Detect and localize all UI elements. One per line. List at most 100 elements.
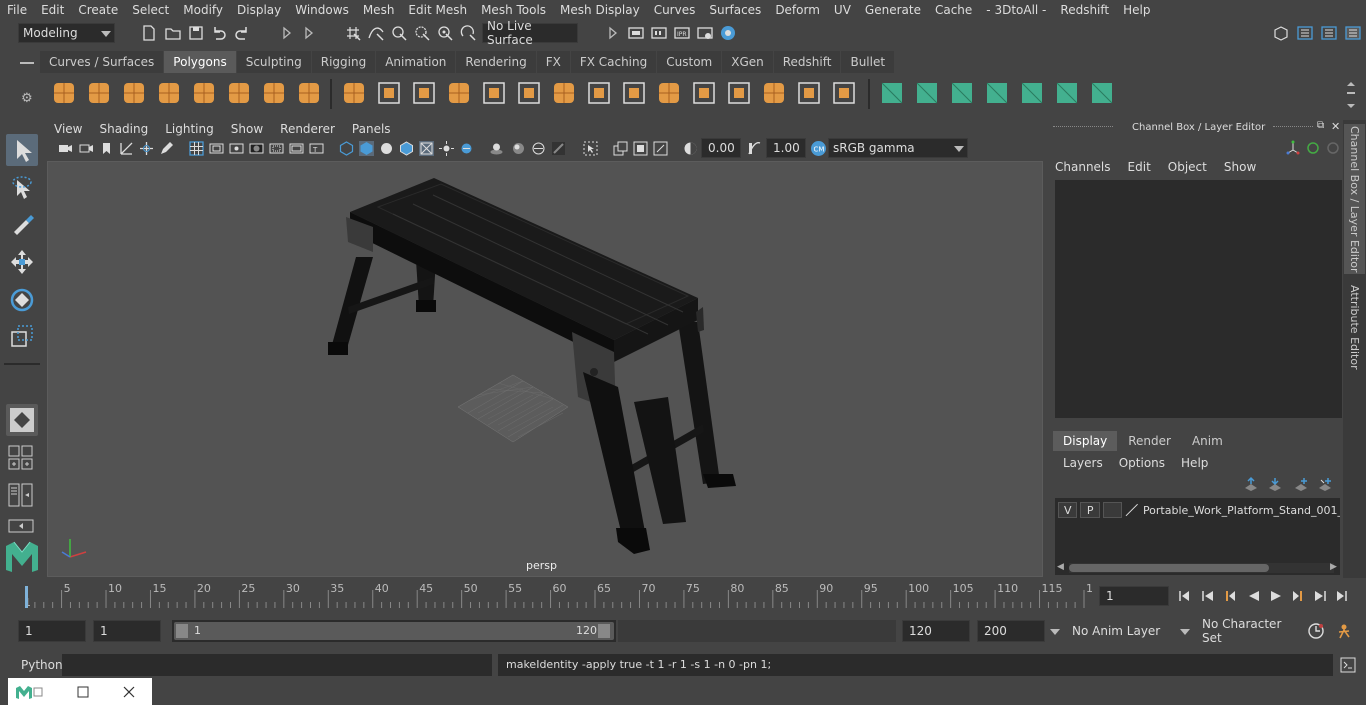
uv-symmetry-icon[interactable] [1088, 79, 1116, 107]
frame-all-icon[interactable] [653, 141, 668, 156]
scroll-right-icon[interactable]: ▶ [1330, 562, 1337, 572]
boolean-icon[interactable] [480, 79, 508, 107]
viewport-menu-panels[interactable]: Panels [343, 122, 399, 136]
uv-spherical-icon[interactable] [913, 79, 941, 107]
select-camera-icon[interactable] [58, 141, 73, 156]
character-set-select[interactable]: No Character Set [1196, 617, 1300, 645]
multi-cut-icon[interactable] [550, 79, 578, 107]
channel-menu-object[interactable]: Object [1168, 160, 1207, 174]
render-settings-icon[interactable] [696, 24, 714, 42]
shelf-tab-xgen[interactable]: XGen [722, 51, 773, 73]
wireframe-icon[interactable] [339, 141, 354, 156]
step-back-key-icon[interactable] [1202, 591, 1213, 601]
time-slider[interactable]: 1510152025303540455055606570758085909510… [18, 582, 1092, 610]
shelf-scroll-icon[interactable] [1345, 80, 1357, 110]
shelf-tab-animation[interactable]: Animation [376, 51, 456, 73]
layer-visibility-toggle[interactable]: V [1058, 502, 1078, 518]
script-language-label[interactable]: Python [21, 658, 63, 672]
current-frame-field[interactable]: 1 [1099, 586, 1169, 606]
animation-preferences-icon[interactable] [1336, 622, 1354, 640]
shelf-tab-curves-surfaces[interactable]: Curves / Surfaces [40, 51, 164, 73]
menu-deform[interactable]: Deform [768, 3, 827, 17]
layer-scrollbar-thumb[interactable] [1069, 564, 1269, 572]
channel-list[interactable] [1055, 180, 1342, 418]
poly-cone-icon[interactable] [155, 79, 183, 107]
uv-editor-icon[interactable] [983, 79, 1011, 107]
layer-tab-anim[interactable]: Anim [1181, 431, 1233, 451]
menu-uv[interactable]: UV [827, 3, 858, 17]
go-to-end-icon[interactable] [1337, 591, 1347, 601]
shelf-tab-custom[interactable]: Custom [657, 51, 722, 73]
2d-pan-zoom-icon[interactable] [139, 141, 154, 156]
ipr-render-icon[interactable]: IPR [673, 24, 691, 42]
uv-unfold-icon[interactable] [1018, 79, 1046, 107]
poly-cylinder-icon[interactable] [120, 79, 148, 107]
playback-start-field[interactable]: 1 [93, 620, 161, 642]
tool-settings-toggle-icon[interactable] [1320, 24, 1338, 42]
layout-single-icon[interactable] [8, 516, 36, 536]
poly-torus-icon[interactable] [225, 79, 253, 107]
viewport-menu-renderer[interactable]: Renderer [271, 122, 343, 136]
close-icon[interactable]: ✕ [1331, 120, 1340, 133]
layer-playback-toggle[interactable]: P [1080, 502, 1100, 518]
open-scene-icon[interactable] [164, 24, 182, 42]
scroll-left-icon[interactable]: ◀ [1057, 562, 1064, 572]
isolate-select-icon[interactable] [583, 141, 598, 156]
menu-cache[interactable]: Cache [928, 3, 979, 17]
bevel-icon[interactable] [655, 79, 683, 107]
channel-menu-channels[interactable]: Channels [1055, 160, 1111, 174]
viewport-menu-shading[interactable]: Shading [90, 122, 156, 136]
paint-select-tool-button[interactable] [6, 208, 38, 240]
new-layer-icon[interactable] [1293, 476, 1309, 492]
shelf-gear-icon[interactable]: ⚙ [21, 92, 35, 106]
snap-point-icon[interactable] [390, 24, 408, 42]
ambient-occlusion-icon[interactable] [511, 141, 526, 156]
undo-icon[interactable] [210, 24, 228, 42]
render-sequence-icon[interactable] [650, 24, 668, 42]
bookmark-icon[interactable] [99, 141, 114, 156]
shelf-tab-rigging[interactable]: Rigging [311, 51, 376, 73]
scale-tool-button[interactable] [6, 320, 38, 352]
motion-blur-icon[interactable] [531, 141, 546, 156]
current-time-indicator[interactable] [25, 586, 28, 608]
select-object-icon[interactable] [300, 24, 318, 42]
float-panel-icon[interactable]: ⧉ [1317, 120, 1324, 131]
menu-mesh[interactable]: Mesh [356, 3, 402, 17]
uv-cylindrical-icon[interactable] [878, 79, 906, 107]
anti-aliasing-icon[interactable] [551, 141, 566, 156]
play-backward-icon[interactable] [1249, 591, 1259, 601]
xray-joints-icon[interactable] [613, 141, 628, 156]
hypershade-icon[interactable] [719, 24, 737, 42]
play-forward-icon[interactable] [1271, 591, 1281, 601]
menu-edit[interactable]: Edit [34, 3, 71, 17]
vtab-channel-box[interactable]: Channel Box / Layer Editor [1344, 124, 1365, 274]
menu-surfaces[interactable]: Surfaces [702, 3, 768, 17]
manipulator-icon[interactable] [1285, 140, 1301, 156]
mode-select[interactable]: Modeling [18, 23, 115, 43]
xray-icon[interactable] [419, 141, 434, 156]
film-gate-icon[interactable] [209, 141, 224, 156]
menu-display[interactable]: Display [230, 3, 288, 17]
time-ruler[interactable]: 1510152025303540455055606570758085909510… [18, 582, 1092, 610]
shelf-tab-redshift[interactable]: Redshift [773, 51, 841, 73]
grease-pencil-icon[interactable] [159, 141, 174, 156]
target-weld-icon[interactable] [725, 79, 753, 107]
step-forward-key-icon[interactable] [1315, 591, 1326, 601]
menu-edit-mesh[interactable]: Edit Mesh [401, 3, 474, 17]
move-layer-up-icon[interactable] [1243, 476, 1259, 492]
uv-planar-icon[interactable] [830, 79, 858, 107]
drag-handle[interactable] [1053, 126, 1113, 128]
smooth-shade-icon[interactable] [359, 141, 374, 156]
grid-toggle-icon[interactable] [189, 141, 204, 156]
lasso-tool-button[interactable] [6, 172, 38, 204]
start-time-field[interactable]: 1 [18, 620, 86, 642]
maximize-icon[interactable] [76, 685, 90, 699]
poly-cube-icon[interactable] [85, 79, 113, 107]
attribute-editor-toggle-icon[interactable] [1296, 24, 1314, 42]
poly-plane-icon[interactable] [190, 79, 218, 107]
menu-redshift[interactable]: Redshift [1053, 3, 1116, 17]
new-layer-selected-icon[interactable] [1317, 476, 1333, 492]
shelf-tab-fx[interactable]: FX [536, 51, 570, 73]
make-live-icon[interactable] [459, 24, 477, 42]
script-editor-icon[interactable] [1339, 656, 1357, 674]
